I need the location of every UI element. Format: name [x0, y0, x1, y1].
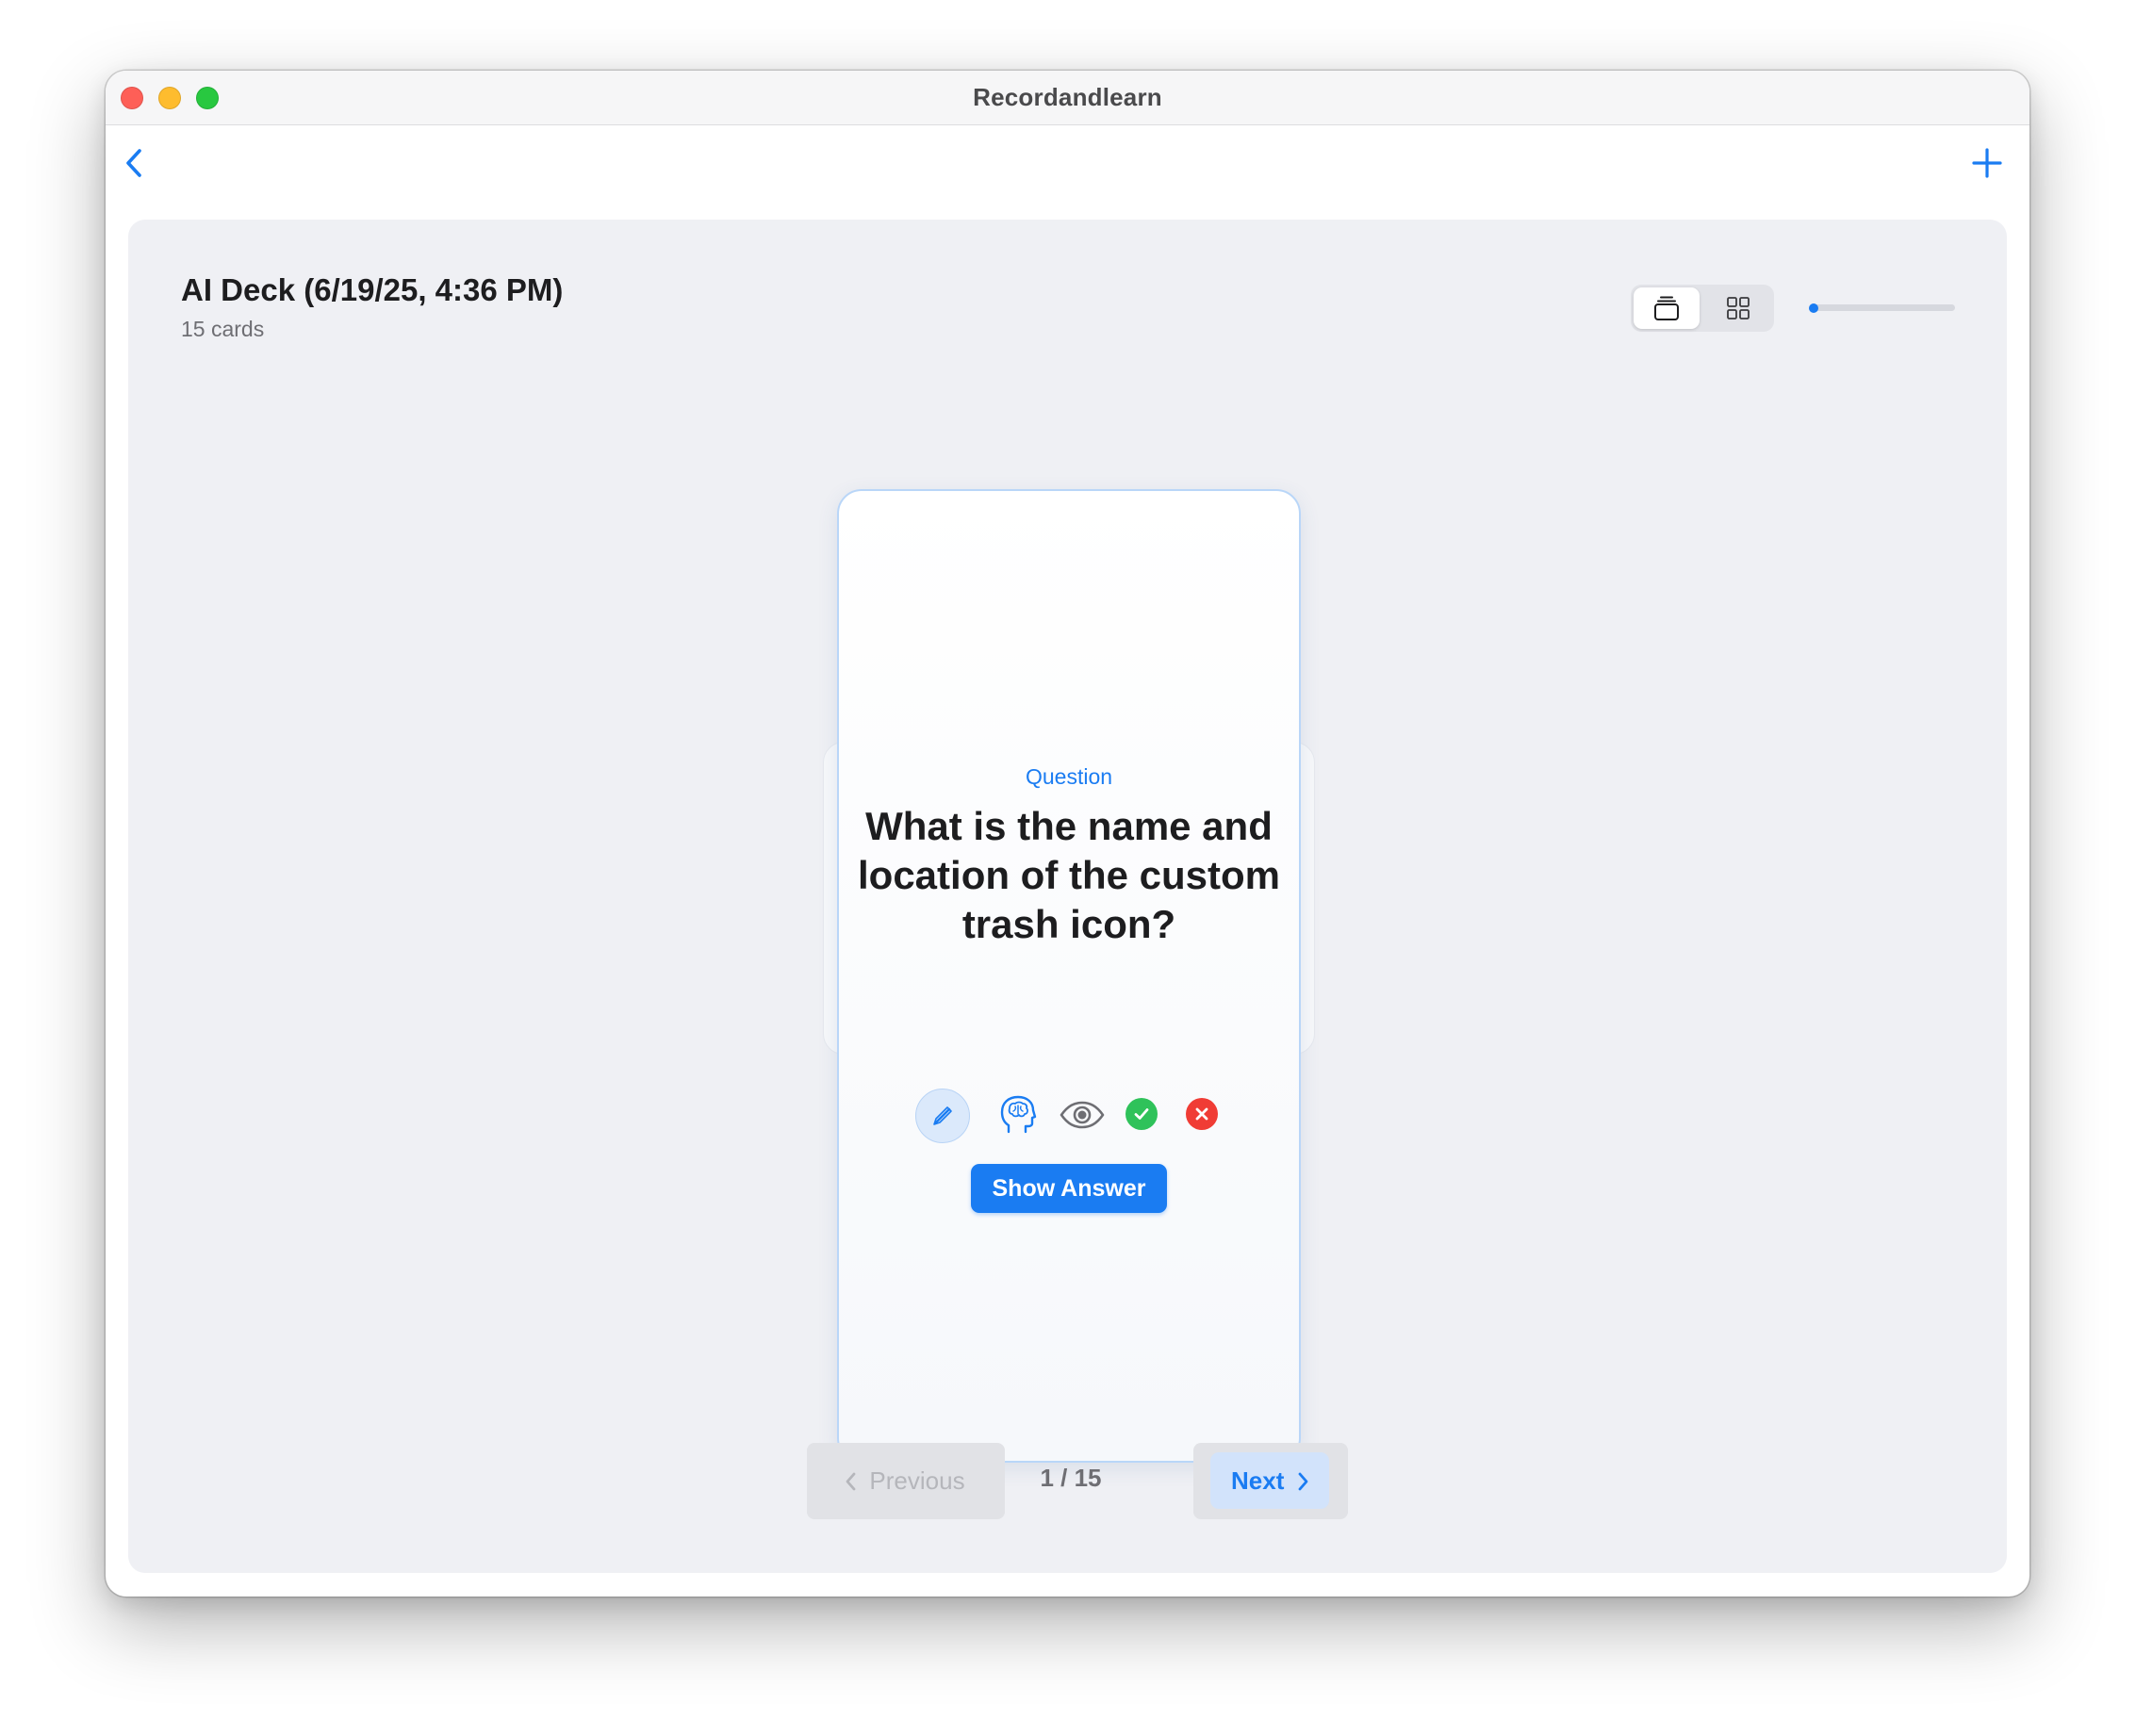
- previous-button-container: Previous: [807, 1443, 1005, 1519]
- chevron-right-icon: [1298, 1472, 1308, 1491]
- page-counter: 1 / 15: [1040, 1464, 1102, 1492]
- view-mode-toggle: [1631, 285, 1774, 332]
- next-label: Next: [1231, 1466, 1285, 1495]
- grid-view-button[interactable]: [1705, 287, 1771, 329]
- chevron-left-icon: [846, 1472, 856, 1491]
- plus-icon: [1972, 148, 2002, 178]
- single-card-view-button[interactable]: [1634, 287, 1700, 329]
- deck-progress-bar: [1809, 303, 1955, 313]
- brain-icon: [1000, 1095, 1037, 1134]
- chevron-left-icon: [126, 149, 141, 177]
- reveal-button[interactable]: [1057, 1092, 1108, 1138]
- xmark-icon: [1195, 1107, 1208, 1121]
- memorize-button[interactable]: [993, 1089, 1043, 1140]
- show-answer-button[interactable]: Show Answer: [971, 1164, 1167, 1213]
- grid-icon: [1727, 297, 1750, 319]
- checkmark-icon: [1134, 1108, 1149, 1120]
- mark-correct-button[interactable]: [1126, 1098, 1158, 1130]
- next-button[interactable]: Next: [1210, 1452, 1329, 1509]
- edit-card-button[interactable]: [915, 1089, 970, 1143]
- window-title: Recordandlearn: [973, 83, 1162, 111]
- question-text: What is the name and location of the cus…: [858, 804, 1281, 946]
- card-count: 15 cards: [181, 317, 265, 341]
- app-window: Recordandlearn AI Deck (6/19/25, 4:36 PM…: [106, 71, 2029, 1597]
- mark-incorrect-button[interactable]: [1186, 1098, 1218, 1130]
- card-side-label: Question: [1025, 764, 1113, 789]
- card-stack-icon: [1654, 296, 1679, 320]
- deck-panel: AI Deck (6/19/25, 4:36 PM) 15 cards Ques…: [128, 220, 2007, 1573]
- previous-label: Previous: [869, 1466, 965, 1495]
- title-bar: Recordandlearn: [106, 71, 2029, 125]
- add-card-button[interactable]: [1966, 142, 2008, 184]
- pencil-icon: [933, 1106, 952, 1125]
- previous-button[interactable]: Previous: [821, 1452, 991, 1509]
- back-button[interactable]: [119, 142, 153, 184]
- deck-title: AI Deck (6/19/25, 4:36 PM): [181, 272, 564, 307]
- progress-indicator: [1809, 303, 1818, 313]
- next-button-container: Next: [1193, 1443, 1348, 1519]
- eye-icon: [1060, 1101, 1105, 1129]
- card-action-row: [839, 1087, 1299, 1143]
- flashcard[interactable]: Question What is the name and location o…: [837, 489, 1301, 1463]
